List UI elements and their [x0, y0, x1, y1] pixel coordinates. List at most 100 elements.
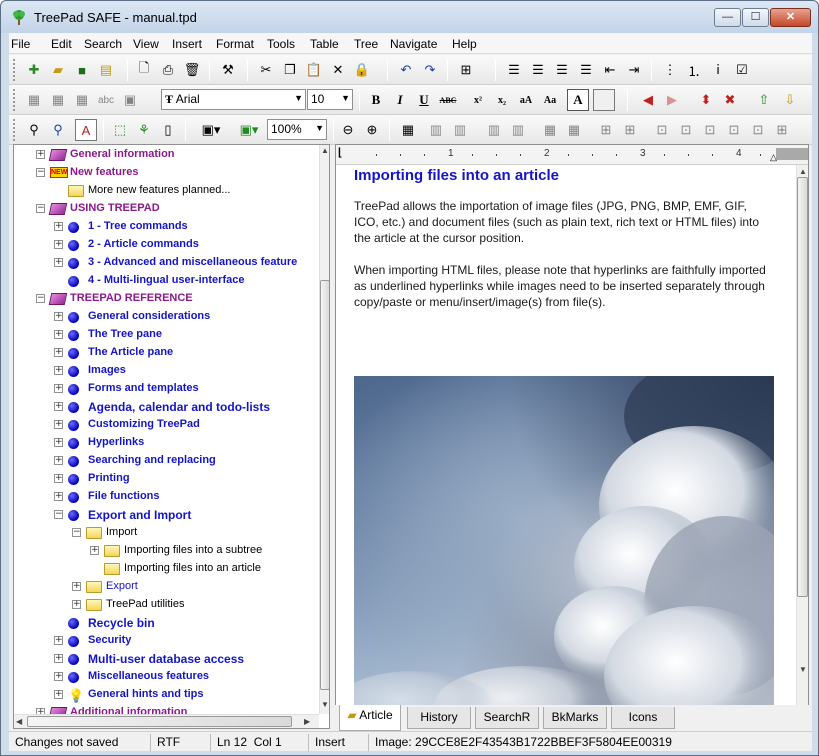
collapse-icon[interactable]: − — [54, 510, 63, 519]
menu-format[interactable]: Format — [216, 37, 254, 51]
table-tool-icon[interactable]: ⊡ — [747, 119, 769, 141]
article-vertical-scrollbar[interactable]: ▲ ▼ — [796, 165, 808, 728]
tree-node[interactable]: − Export and Import — [14, 506, 319, 524]
numbered-list-icon[interactable]: ⒈ — [683, 59, 705, 81]
toolbar-grip[interactable] — [13, 119, 16, 141]
tree-node[interactable]: 4 - Multi-lingual user-interface — [14, 272, 319, 290]
tree-node[interactable]: + Printing — [14, 470, 319, 488]
new-node-icon[interactable]: ✚ — [23, 59, 45, 81]
right-indent-marker-icon[interactable]: △ — [770, 152, 777, 163]
scroll-up-icon[interactable]: ▲ — [799, 167, 807, 176]
redo-icon[interactable]: ↷ — [419, 59, 441, 81]
expand-icon[interactable]: + — [54, 240, 63, 249]
tree-node[interactable]: + Importing files into a subtree — [14, 542, 319, 560]
tab-stop-icon[interactable]: ⌊ — [338, 146, 342, 159]
tree-node[interactable]: + Agenda, calendar and todo-lists — [14, 398, 319, 416]
table-tool-icon[interactable]: ▥ — [425, 119, 447, 141]
align-center-icon[interactable]: ☰ — [527, 59, 549, 81]
trash-icon[interactable]: 🗑 — [181, 59, 203, 81]
node-tool-icon[interactable]: ▦ — [47, 89, 69, 111]
maximize-button[interactable]: ☐ — [742, 8, 769, 27]
menu-file[interactable]: File — [11, 37, 30, 51]
outdent-icon[interactable]: ⇤ — [599, 59, 621, 81]
italic-button[interactable]: I — [389, 89, 411, 111]
table-tool-icon[interactable]: ⊡ — [723, 119, 745, 141]
tab-icons[interactable]: Icons — [611, 707, 675, 729]
menu-tree[interactable]: Tree — [354, 37, 378, 51]
expand-icon[interactable]: + — [54, 654, 63, 663]
expand-icon[interactable]: + — [54, 456, 63, 465]
tree-node[interactable]: +2 - Article commands — [14, 236, 319, 254]
table-tool-icon[interactable]: ⊞ — [619, 119, 641, 141]
tree-node[interactable]: − Import — [14, 524, 319, 542]
expand-icon[interactable]: + — [54, 690, 63, 699]
tree-node[interactable]: + Miscellaneous features — [14, 668, 319, 686]
expand-icon[interactable]: + — [54, 402, 63, 411]
paste-icon[interactable]: 📋 — [303, 59, 325, 81]
expand-icon[interactable]: + — [54, 330, 63, 339]
tools-icon[interactable]: ⚒ — [217, 59, 239, 81]
tree-node[interactable]: + Customizing TreePad — [14, 416, 319, 434]
tab-article[interactable]: ▰ Article — [339, 705, 401, 731]
tree-node[interactable]: + General considerations — [14, 308, 319, 326]
expand-icon[interactable]: + — [54, 348, 63, 357]
uppercase-button[interactable]: Aa — [539, 89, 561, 111]
node-tool-icon[interactable]: ▦ — [71, 89, 93, 111]
table-tool-icon[interactable]: ⊞ — [771, 119, 793, 141]
expand-icon[interactable]: + — [54, 312, 63, 321]
zoom-out-icon[interactable]: ⊖ — [337, 119, 359, 141]
strikethrough-button[interactable]: ABC — [437, 89, 459, 111]
tree-node[interactable]: + File functions — [14, 488, 319, 506]
menu-tools[interactable]: Tools — [267, 37, 295, 51]
tree-node[interactable]: Recycle bin — [14, 614, 319, 632]
expand-icon[interactable]: + — [54, 384, 63, 393]
save-icon[interactable]: ■ — [71, 59, 93, 81]
expand-icon[interactable]: + — [54, 222, 63, 231]
collapse-icon[interactable]: − — [36, 204, 45, 213]
tree-node[interactable]: More new features planned... — [14, 182, 319, 200]
toolbar-grip[interactable] — [13, 59, 16, 81]
add-sibling-node-icon[interactable]: ⚘ — [133, 119, 155, 141]
collapse-node-icon[interactable]: ✖ — [719, 89, 741, 111]
zoom-select[interactable]: 100% ▼ — [267, 119, 327, 140]
tree-node[interactable]: + Export — [14, 578, 319, 596]
scroll-up-icon[interactable]: ▲ — [321, 146, 329, 155]
expand-icon[interactable]: + — [54, 438, 63, 447]
article-pane[interactable]: ⌊ 1 2 3 4 △ Importing files into an arti… — [335, 144, 809, 729]
collapse-icon[interactable]: − — [36, 294, 45, 303]
table-tool-icon[interactable]: ⊡ — [651, 119, 673, 141]
table-tool-icon[interactable]: ▥ — [507, 119, 529, 141]
scroll-thumb[interactable] — [27, 716, 292, 727]
node-tool-icon[interactable]: ▣ — [119, 89, 141, 111]
binoculars-next-icon[interactable]: ⚲ — [47, 119, 69, 141]
align-right-icon[interactable]: ☰ — [551, 59, 573, 81]
table-tool-icon[interactable]: ▦ — [563, 119, 585, 141]
tree-node[interactable]: +1 - Tree commands — [14, 218, 319, 236]
tab-history[interactable]: History — [407, 707, 471, 729]
tree-node[interactable]: − USING TREEPAD — [14, 200, 319, 218]
tree-node[interactable]: + Images — [14, 362, 319, 380]
print-icon[interactable]: ⎙ — [157, 59, 179, 81]
expand-icon[interactable]: + — [54, 636, 63, 645]
article-body[interactable]: Importing files into an article TreePad … — [354, 167, 774, 326]
delete-icon[interactable]: ✕ — [327, 59, 349, 81]
scroll-thumb[interactable] — [797, 177, 808, 597]
font-name-select[interactable]: Ŧ Arial ▼ — [161, 89, 306, 110]
sky-clouds-image[interactable] — [354, 376, 774, 728]
expand-icon[interactable]: + — [54, 366, 63, 375]
font-color-button[interactable]: A — [567, 89, 589, 111]
collapse-icon[interactable]: − — [36, 168, 45, 177]
scroll-down-icon[interactable]: ▼ — [799, 665, 807, 674]
table-tool-icon[interactable]: ▥ — [483, 119, 505, 141]
expand-icon[interactable]: + — [54, 474, 63, 483]
tab-searchr[interactable]: SearchR — [475, 707, 539, 729]
expand-icon[interactable]: + — [54, 672, 63, 681]
tree-node[interactable]: + Searching and replacing — [14, 452, 319, 470]
copy-icon[interactable]: ❐ — [279, 59, 301, 81]
menu-table[interactable]: Table — [310, 37, 339, 51]
menu-view[interactable]: View — [133, 37, 159, 51]
close-button[interactable]: ✕ — [770, 8, 811, 27]
checklist-icon[interactable]: ☑ — [731, 59, 753, 81]
object-menu-icon[interactable]: ▣▾ — [231, 119, 267, 141]
font-size-select[interactable]: 10 ▼ — [307, 89, 353, 110]
